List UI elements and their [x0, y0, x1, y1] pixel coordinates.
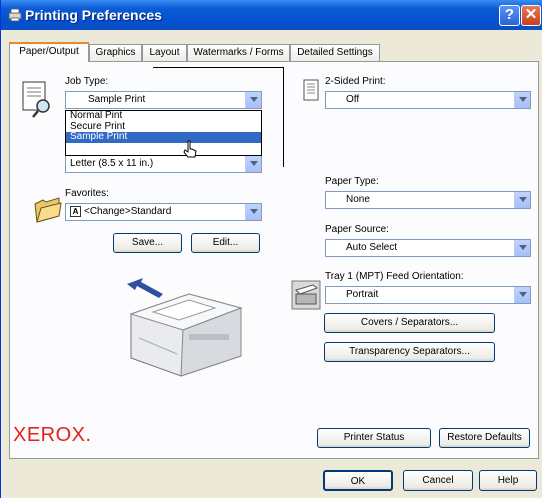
printer-icon [8, 8, 22, 22]
two-sided-value: Off [346, 94, 360, 105]
group-frame-line [153, 67, 284, 68]
feed-orientation-label: Tray 1 (MPT) Feed Orientation: [325, 271, 464, 282]
paper-size-select[interactable]: Letter (8.5 x 11 in.) [65, 155, 262, 173]
tab-layout[interactable]: Layout [142, 44, 187, 61]
feed-orientation-icon [291, 280, 321, 310]
chevron-down-icon[interactable] [514, 192, 530, 208]
two-sided-label: 2-Sided Print: [325, 76, 386, 87]
favorites-label: Favorites: [65, 188, 109, 199]
help-title-button[interactable]: ? [499, 5, 520, 26]
mouse-cursor-icon [183, 140, 197, 158]
tab-detailed-settings[interactable]: Detailed Settings [290, 44, 380, 61]
paper-type-select[interactable]: None [325, 191, 531, 209]
job-type-label: Job Type: [65, 76, 109, 87]
chevron-down-icon[interactable] [245, 92, 261, 108]
printing-preferences-dialog: Printing Preferences ? ✕ Paper/Output Gr… [0, 0, 542, 498]
paper-type-value: None [346, 194, 370, 205]
title-bar[interactable]: Printing Preferences ? ✕ [1, 0, 542, 30]
job-type-dropdown-list[interactable]: Normal Pint Secure Print Sample Print [65, 110, 262, 156]
tab-paper-output[interactable]: Paper/Output [9, 42, 89, 62]
paper-type-label: Paper Type: [325, 176, 379, 187]
two-sided-select[interactable]: Off [325, 91, 531, 109]
chevron-down-icon[interactable] [245, 204, 261, 220]
job-type-value: Sample Print [88, 94, 146, 105]
xerox-logo: XEROX. [13, 424, 92, 446]
printer-status-button[interactable]: Printer Status [317, 428, 431, 448]
paper-source-select[interactable]: Auto Select [325, 239, 531, 257]
dropdown-option-normal-print[interactable]: Normal Pint [66, 111, 261, 122]
group-frame-line [283, 67, 284, 167]
favorite-a-icon: A [70, 205, 81, 217]
job-type-select[interactable]: Sample Print [65, 91, 262, 109]
transparency-separators-button[interactable]: Transparency Separators... [324, 342, 495, 362]
paper-source-label: Paper Source: [325, 224, 389, 235]
printer-illustration [127, 278, 243, 377]
dropdown-option-sample-print[interactable]: Sample Print [66, 132, 261, 143]
restore-defaults-button[interactable]: Restore Defaults [439, 428, 530, 448]
tab-watermarks-forms[interactable]: Watermarks / Forms [187, 44, 290, 61]
ok-button[interactable]: OK [323, 470, 393, 491]
paper-size-value: Letter (8.5 x 11 in.) [70, 158, 154, 169]
cancel-button[interactable]: Cancel [403, 470, 473, 491]
favorites-select[interactable]: A <Change>Standard [65, 203, 262, 221]
folder-icon [34, 197, 62, 223]
window-title: Printing Preferences [25, 7, 162, 23]
two-sided-print-icon [303, 79, 319, 101]
chevron-down-icon[interactable] [514, 240, 530, 256]
help-button[interactable]: Help [479, 470, 537, 491]
chevron-down-icon[interactable] [514, 287, 530, 303]
close-button[interactable]: ✕ [521, 5, 541, 26]
paper-source-value: Auto Select [346, 242, 398, 253]
edit-button[interactable]: Edit... [191, 233, 260, 253]
covers-separators-button[interactable]: Covers / Separators... [324, 313, 495, 333]
document-magnifier-icon [22, 81, 50, 118]
tab-graphics[interactable]: Graphics [89, 44, 142, 61]
favorites-value: <Change>Standard [84, 206, 172, 217]
chevron-down-icon[interactable] [245, 156, 261, 172]
feed-orientation-select[interactable]: Portrait [325, 286, 531, 304]
save-button[interactable]: Save... [113, 233, 182, 253]
feed-orientation-value: Portrait [346, 289, 379, 300]
chevron-down-icon[interactable] [514, 92, 530, 108]
